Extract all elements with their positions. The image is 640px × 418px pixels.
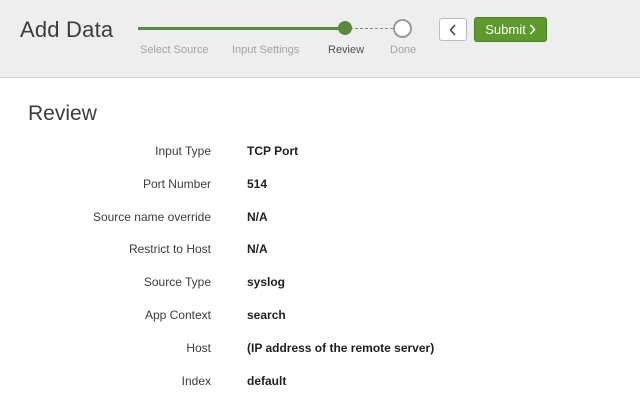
- field-label: Index: [181, 374, 211, 388]
- step-select-source-label: Select Source: [140, 44, 209, 56]
- review-row: Source name override N/A: [0, 210, 640, 230]
- submit-button[interactable]: Submit: [474, 17, 547, 42]
- chevron-right-icon: [529, 24, 536, 35]
- chevron-left-icon: [449, 23, 457, 36]
- review-row: Source Type syslog: [0, 275, 640, 295]
- field-value: (IP address of the remote server): [247, 341, 435, 355]
- review-row: App Context search: [0, 308, 640, 328]
- field-label: Source Type: [143, 275, 211, 289]
- stepper-track-completed: [138, 27, 345, 30]
- step-done-label: Done: [390, 44, 417, 56]
- review-row: Host (IP address of the remote server): [0, 341, 640, 361]
- step-review-dot: [338, 21, 352, 35]
- field-label: Source name override: [92, 210, 211, 224]
- review-row: Input Type TCP Port: [0, 144, 640, 164]
- section-title: Review: [28, 102, 97, 125]
- review-row: Restrict to Host N/A: [0, 242, 640, 262]
- field-value: default: [247, 374, 287, 388]
- field-value: N/A: [247, 242, 268, 256]
- field-value: syslog: [247, 275, 286, 289]
- field-label: App Context: [144, 308, 211, 322]
- field-label: Host: [186, 341, 211, 355]
- review-row: Port Number 514: [0, 177, 640, 197]
- page-header: Add Data Select Source Input Settings Re…: [0, 0, 640, 78]
- back-button[interactable]: [439, 18, 467, 41]
- field-value: TCP Port: [247, 144, 299, 158]
- step-input-settings-label: Input Settings: [232, 44, 300, 56]
- app-title: Add Data: [20, 17, 114, 42]
- field-value: N/A: [247, 210, 268, 224]
- field-label: Restrict to Host: [128, 242, 211, 256]
- submit-button-label: Submit: [485, 22, 526, 37]
- field-label: Port Number: [142, 177, 211, 191]
- field-label: Input Type: [155, 144, 211, 158]
- step-review-label: Review: [328, 44, 365, 56]
- field-value: search: [247, 308, 286, 322]
- step-done-dot: [393, 19, 412, 38]
- field-value: 514: [247, 177, 268, 191]
- review-row: Index default: [0, 374, 640, 394]
